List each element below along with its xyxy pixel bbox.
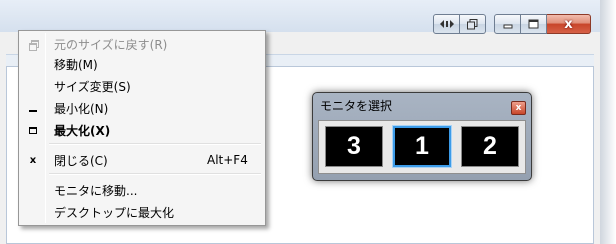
menu-item-move-to-monitor[interactable]: モニタに移動... <box>21 180 263 200</box>
menu-item-label: サイズ変更(S) <box>54 79 131 94</box>
minimize-icon <box>503 24 512 29</box>
monitor-select-dialog: モニタを選択 x 3 1 2 <box>312 92 532 181</box>
menu-item-maximize[interactable]: 最大化(X) <box>21 120 263 140</box>
close-icon: x <box>29 154 37 166</box>
monitor-button-2[interactable]: 2 <box>461 126 519 167</box>
maximize-button[interactable] <box>521 14 547 34</box>
close-button[interactable]: x <box>547 14 591 34</box>
menu-item-minimize[interactable]: 最小化(N) <box>21 98 263 118</box>
monitor-button-1[interactable]: 1 <box>393 126 451 167</box>
menu-separator <box>49 143 261 145</box>
move-monitor-caption-button[interactable] <box>433 14 460 34</box>
minimize-icon <box>29 110 37 112</box>
pin-caption-button[interactable] <box>460 14 486 34</box>
menu-item-label: モニタに移動... <box>54 183 138 198</box>
menu-separator <box>49 173 261 175</box>
menu-item-label: デスクトップに最大化 <box>54 205 175 220</box>
monitor-number: 3 <box>347 132 361 160</box>
minimize-button[interactable] <box>494 14 521 34</box>
menu-item-maximize-desktop[interactable]: デスクトップに最大化 <box>21 202 263 222</box>
monitor-number: 1 <box>415 132 429 160</box>
arrows-left-right-icon <box>439 20 454 28</box>
dialog-close-button[interactable]: x <box>511 101 526 115</box>
menu-item-label: 移動(M) <box>54 57 98 72</box>
menu-item-label: 元のサイズに戻す(R) <box>54 37 168 52</box>
menu-item-resize[interactable]: サイズ変更(S) <box>21 76 263 96</box>
monitor-number: 2 <box>483 132 497 160</box>
monitor-button-panel: 3 1 2 <box>318 120 526 174</box>
menu-item-move[interactable]: 移動(M) <box>21 54 263 74</box>
maximize-icon <box>528 19 539 29</box>
maximize-icon <box>29 126 37 134</box>
restore-icon <box>28 40 39 51</box>
system-context-menu: 元のサイズに戻す(R) 移動(M) サイズ変更(S) 最小化(N) 最大化(X)… <box>18 30 266 226</box>
window-shadow <box>600 0 616 244</box>
window-stack-icon <box>467 18 478 29</box>
close-icon: x <box>564 16 573 32</box>
dialog-title: モニタを選択 <box>320 99 393 113</box>
monitor-button-3[interactable]: 3 <box>325 126 383 167</box>
menu-item-close[interactable]: x 閉じる(C) Alt+F4 <box>21 150 263 170</box>
close-icon: x <box>515 103 522 113</box>
menu-item-label: 最大化(X) <box>54 123 111 138</box>
menu-item-label: 最小化(N) <box>54 101 109 116</box>
caption-buttons: x <box>494 14 591 36</box>
extra-caption-buttons <box>433 14 486 36</box>
menu-item-restore[interactable]: 元のサイズに戻す(R) <box>21 34 263 54</box>
menu-item-shortcut: Alt+F4 <box>207 153 248 167</box>
